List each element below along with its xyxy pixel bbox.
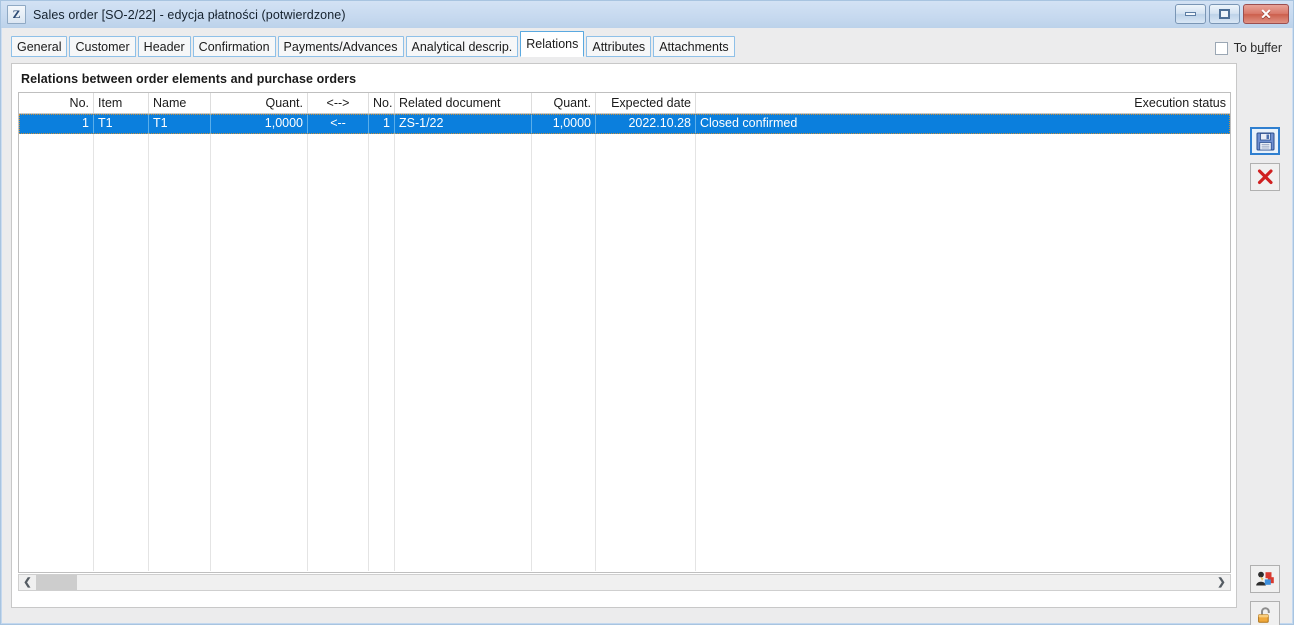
relations-panel: Relations between order elements and pur… — [11, 63, 1237, 608]
window-titlebar[interactable]: Z Sales order [SO-2/22] - edycja płatnoś… — [1, 1, 1293, 28]
to-buffer-checkbox[interactable] — [1214, 41, 1228, 55]
grid-column-divider — [94, 114, 149, 571]
screenshot-root: Z Sales order [SO-2/22] - edycja płatnoś… — [0, 0, 1294, 625]
grid-header-no-left[interactable]: No. — [19, 93, 94, 113]
table-row[interactable]: 1 T1 T1 1,0000 <-- 1 ZS-1/22 1,0000 2022.10.28 Cl… — [19, 114, 1230, 134]
tab-customer[interactable]: Customer — [69, 36, 136, 57]
save-floppy-icon — [1256, 132, 1274, 150]
cell-direction[interactable]: <-- — [308, 114, 369, 134]
sales-order-window: Z Sales order [SO-2/22] - edycja płatnoś… — [0, 0, 1294, 625]
grid-rows: 1 T1 T1 1,0000 <-- 1 ZS-1/22 1,0000 2022.10.28 Cl… — [19, 114, 1230, 134]
grid-column-divider — [369, 114, 395, 571]
grid-header-direction[interactable]: <--> — [308, 93, 369, 113]
grid-column-divider — [596, 114, 696, 571]
scrollbar-thumb[interactable] — [36, 575, 77, 590]
grid-header-name[interactable]: Name — [149, 93, 211, 113]
contact-person-icon — [1256, 571, 1274, 586]
grid-column-divider — [395, 114, 532, 571]
relations-grid[interactable]: No. Item Name Quant. <--> No. Related document… — [18, 92, 1231, 573]
cell-related-document[interactable]: ZS-1/22 — [395, 114, 532, 134]
grid-header-row: No. Item Name Quant. <--> No. Related document… — [19, 93, 1230, 114]
window-title: Sales order [SO-2/22] - edycja płatności… — [33, 7, 346, 22]
tab-attachments[interactable]: Attachments — [653, 36, 735, 57]
red-x-icon — [1257, 169, 1273, 185]
cell-item[interactable]: T1 — [94, 114, 149, 134]
tab-list: General Customer Header Confirmation Payment… — [11, 31, 737, 59]
save-button[interactable] — [1250, 127, 1280, 155]
z-app-icon: Z — [7, 5, 26, 24]
contacts-button[interactable] — [1250, 565, 1280, 593]
client-area: Relations between order elements and pur… — [2, 59, 1292, 625]
unlock-button[interactable] — [1250, 601, 1280, 625]
panel-title: Relations between order elements and pur… — [21, 72, 357, 86]
cell-name[interactable]: T1 — [149, 114, 211, 134]
close-button[interactable] — [1250, 163, 1280, 191]
grid-column-divider — [696, 114, 1230, 571]
horizontal-scrollbar[interactable]: ❮ ❯ — [18, 574, 1231, 591]
grid-column-lines — [19, 114, 1230, 571]
grid-header-quant-right[interactable]: Quant. — [532, 93, 596, 113]
grid-header-expected-date[interactable]: Expected date — [596, 93, 696, 113]
grid-header-no-right[interactable]: No. — [369, 93, 395, 113]
cell-execution-status[interactable]: Closed confirmed — [696, 114, 1230, 134]
tab-payments-advances[interactable]: Payments/Advances — [277, 36, 404, 57]
grid-column-divider — [211, 114, 308, 571]
tab-header[interactable]: Header — [137, 36, 191, 57]
grid-column-divider — [532, 114, 596, 571]
tab-attributes[interactable]: Attributes — [586, 36, 652, 57]
window-controls: ✕ — [1175, 4, 1289, 24]
cell-quant-left[interactable]: 1,0000 — [211, 114, 308, 134]
scroll-left-arrow-icon[interactable]: ❮ — [19, 575, 36, 590]
grid-header-execution-status[interactable]: Execution status — [696, 93, 1230, 113]
close-icon: ✕ — [1260, 6, 1272, 22]
grid-body: 1 T1 T1 1,0000 <-- 1 ZS-1/22 1,0000 2022.10.28 Cl… — [19, 114, 1230, 571]
cell-no-right[interactable]: 1 — [369, 114, 395, 134]
scrollbar-track[interactable] — [36, 575, 1213, 590]
cell-quant-right[interactable]: 1,0000 — [532, 114, 596, 134]
cell-expected-date[interactable]: 2022.10.28 — [596, 114, 696, 134]
tab-relations[interactable]: Relations — [520, 31, 585, 57]
tab-analytical-descrip[interactable]: Analytical descrip. — [405, 36, 519, 57]
grid-header-related-document[interactable]: Related document — [395, 93, 532, 113]
tab-general[interactable]: General — [11, 36, 68, 57]
tab-strip: General Customer Header Confirmation Payment… — [2, 28, 1292, 59]
grid-column-divider — [308, 114, 369, 571]
padlock-open-icon — [1257, 606, 1270, 623]
to-buffer-label: To buffer — [1233, 41, 1282, 55]
to-buffer-control[interactable]: To buffer — [1214, 41, 1282, 55]
maximize-button[interactable] — [1209, 4, 1240, 24]
grid-column-divider — [149, 114, 211, 571]
minimize-button[interactable] — [1175, 4, 1206, 24]
tab-confirmation[interactable]: Confirmation — [192, 36, 276, 57]
scroll-right-arrow-icon[interactable]: ❯ — [1213, 575, 1230, 590]
maximize-icon — [1219, 9, 1230, 19]
cell-no-left[interactable]: 1 — [19, 114, 94, 134]
minimize-icon — [1185, 12, 1196, 16]
grid-header-quant-left[interactable]: Quant. — [211, 93, 308, 113]
close-window-button[interactable]: ✕ — [1243, 4, 1289, 24]
grid-header-item[interactable]: Item — [94, 93, 149, 113]
grid-column-divider — [19, 114, 94, 571]
